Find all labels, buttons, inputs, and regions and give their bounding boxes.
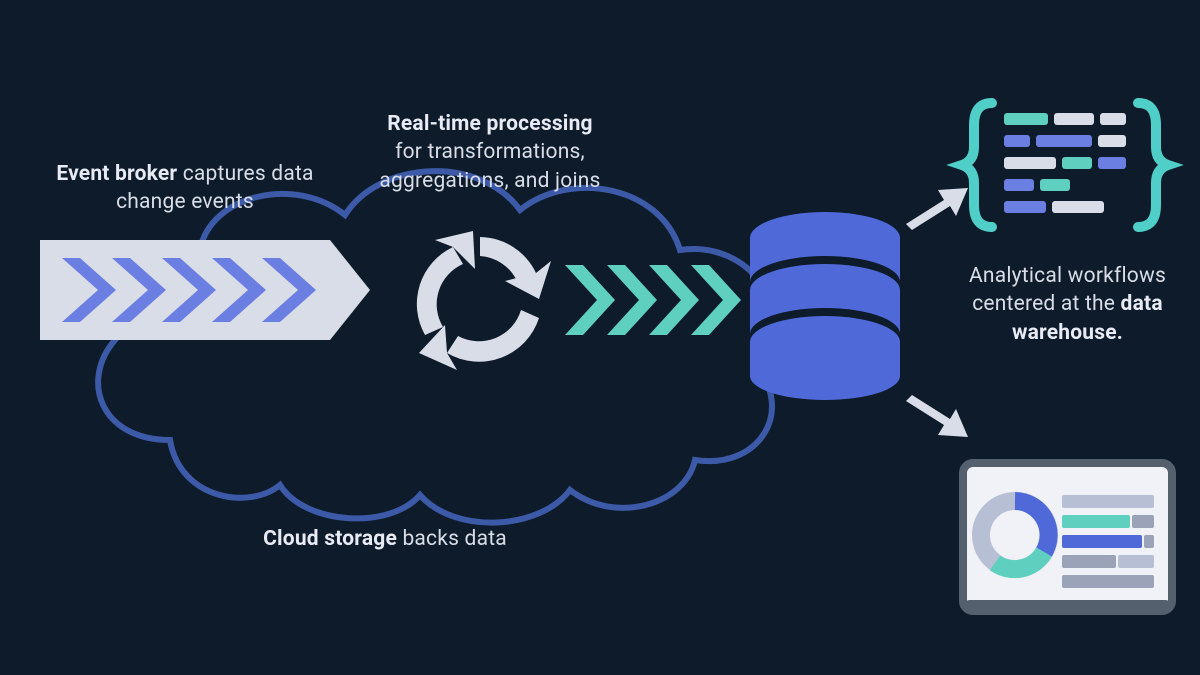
cloud-storage-label: Cloud storage backs data xyxy=(235,525,535,553)
analytics-label: Analytical workflows centered at the dat… xyxy=(955,262,1180,347)
event-broker-banner xyxy=(40,240,380,340)
code-block-icon xyxy=(960,95,1170,235)
event-broker-bold: Event broker xyxy=(56,162,177,186)
event-broker-label: Event broker captures data change events xyxy=(55,160,315,217)
realtime-label: Real-time processing for transformations… xyxy=(350,110,630,195)
cycle-icon xyxy=(405,225,555,375)
database-icon xyxy=(745,210,905,400)
arrow-down-right-icon xyxy=(900,385,970,445)
dashboard-panel-icon xyxy=(960,460,1175,620)
cloud-bold: Cloud storage xyxy=(263,527,397,551)
realtime-bold: Real-time processing xyxy=(387,112,593,136)
realtime-text: for transformations, aggregations, and j… xyxy=(379,140,600,192)
flow-chevrons-icon xyxy=(565,265,745,335)
diagram-stage: { "labels": { "event_broker_bold": "Even… xyxy=(0,0,1200,675)
cloud-text: backs data xyxy=(397,527,507,551)
